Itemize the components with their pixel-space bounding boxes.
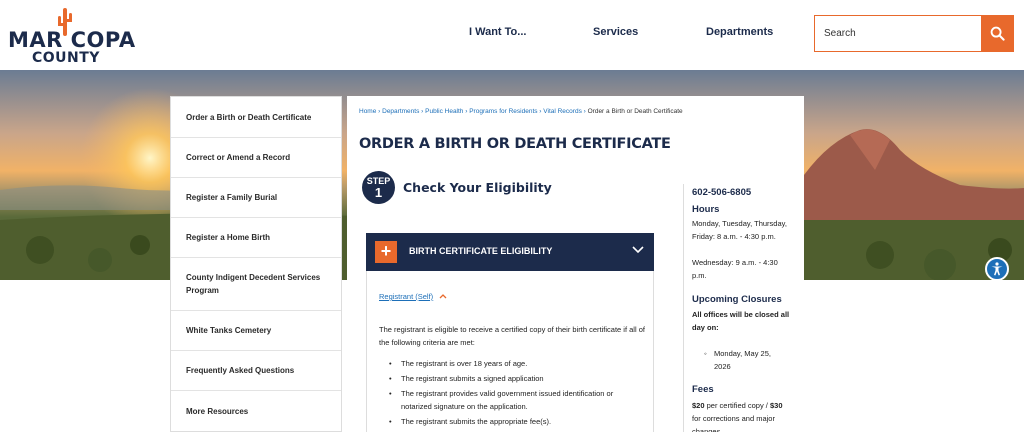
main-content: Home › Departments › Public Health › Pro… [347,96,804,432]
fees-text: $20 per certified copy / $30 for correct… [692,399,792,432]
accessibility-icon [991,262,1003,276]
nav-services[interactable]: Services [593,26,638,38]
search-input[interactable]: Search [814,15,982,52]
step-badge: STEP 1 [362,171,395,204]
sidebar-item-order-certificate[interactable]: Order a Birth or Death Certificate [171,97,341,138]
nav-departments[interactable]: Departments [706,26,773,38]
closure-date: Monday, May 25, 2026 [714,349,771,371]
breadcrumb-home[interactable]: Home [359,108,376,115]
logo-text-maricopa: MAR COPA [8,28,136,52]
list-item: The registrant is over 18 years of age. [389,357,644,370]
office-info-panel: 602-506-6805 Hours Monday, Tuesday, Thur… [683,184,793,432]
registrant-self-toggle[interactable]: Registrant (Self) [379,292,433,301]
list-item: The registrant submits the appropriate f… [389,415,644,428]
fee-copy-text: per certified copy / [704,401,768,410]
eligibility-paragraph: The registrant is eligible to receive a … [379,325,645,347]
breadcrumb-public-health[interactable]: Public Health [425,108,463,115]
sidebar-item-more-resources[interactable]: More Resources [171,391,341,431]
closures-note: All offices will be closed all day on: [692,310,790,332]
site-header: MAR COPA COUNTY I Want To... Services De… [0,0,1024,70]
breadcrumb-current: Order a Birth or Death Certificate [587,108,683,115]
sidebar-nav: Order a Birth or Death Certificate Corre… [170,96,342,432]
chevron-down-icon [632,246,644,254]
breadcrumb-departments[interactable]: Departments [382,108,419,115]
step-title: Check Your Eligibility [403,180,552,195]
breadcrumb: Home › Departments › Public Health › Pro… [359,108,683,115]
accordion-birth-eligibility-header[interactable]: + BIRTH CERTIFICATE ELIGIBILITY [366,233,654,271]
fee-correction-text: for corrections and major changes [692,414,775,432]
sidebar-item-white-tanks[interactable]: White Tanks Cemetery [171,311,341,351]
search-icon [990,26,1005,41]
phone-number[interactable]: 602-506-6805 [692,187,751,198]
fee-correction-amount: $30 [769,401,783,410]
nav-i-want-to[interactable]: I Want To... [469,26,526,38]
closures-heading: Upcoming Closures [692,294,782,305]
sidebar-item-correct-amend[interactable]: Correct or Amend a Record [171,138,341,178]
sidebar-item-family-burial[interactable]: Register a Family Burial [171,178,341,218]
accordion-title: BIRTH CERTIFICATE ELIGIBILITY [409,246,553,256]
step-number: 1 [374,185,383,200]
fee-copy-amount: $20 [692,401,705,410]
sidebar-item-faq[interactable]: Frequently Asked Questions [171,351,341,391]
accessibility-button[interactable] [985,257,1009,281]
page-title: ORDER A BIRTH OR DEATH CERTIFICATE [359,136,671,152]
sidebar-item-indigent-decedent[interactable]: County Indigent Decedent Services Progra… [171,258,341,311]
hours-heading: Hours [692,204,720,215]
breadcrumb-vital-records[interactable]: Vital Records [543,108,582,115]
fees-heading: Fees [692,384,714,395]
breadcrumb-programs[interactable]: Programs for Residents [469,108,537,115]
logo-text-county: COUNTY [32,50,100,66]
accordion-body: Registrant (Self) The registrant is elig… [366,271,654,432]
closure-date-item: ◦ Monday, May 25, 2026 [704,349,771,371]
list-item: The registrant submits a signed applicat… [389,372,644,385]
list-item: The registrant provides valid government… [389,387,644,413]
sidebar-item-home-birth[interactable]: Register a Home Birth [171,218,341,258]
search-button[interactable] [981,15,1014,52]
hours-weekdays: Monday, Tuesday, Thursday, Friday: 8 a.m… [692,219,787,241]
plus-icon: + [375,241,397,263]
chevron-up-icon[interactable] [439,293,447,299]
hours-wednesday: Wednesday: 9 a.m. - 4:30 p.m. [692,258,778,280]
maricopa-county-logo[interactable]: MAR COPA COUNTY [8,8,135,66]
